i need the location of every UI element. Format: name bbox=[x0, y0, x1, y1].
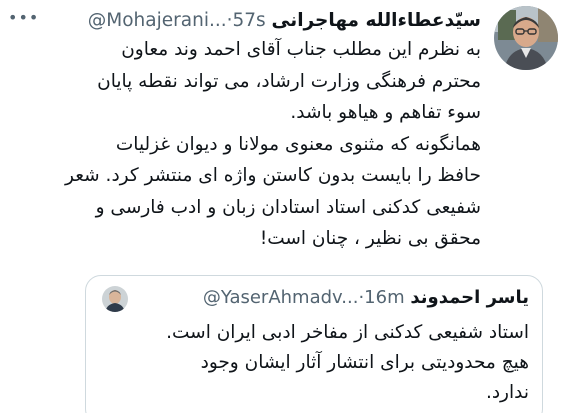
quoted-author-avatar bbox=[102, 286, 128, 312]
quoted-author-handle-time: @YaserAhmadv...·16m bbox=[202, 287, 405, 308]
quoted-avatar-image bbox=[102, 286, 128, 312]
tweet-header: @Mohajerani...·57s سیّدعطاءالله مهاجرانی bbox=[88, 6, 481, 36]
tweet-line: سوء تفاهم و هیاهو باشد. bbox=[290, 102, 481, 123]
tweet-line: محترم فرهنگی وزارت ارشاد، می تواند نقطه … bbox=[97, 70, 481, 92]
quoted-tweet-body: استاد شفیعی کدکنی از مفاخر ادبی ایران اس… bbox=[89, 318, 529, 408]
quoted-tweet-line: هیچ محدودیتی برای انتشار آثار ایشان وجود bbox=[200, 352, 529, 373]
author-avatar[interactable] bbox=[494, 6, 558, 70]
avatar-image bbox=[494, 6, 558, 70]
quoted-tweet-line: استاد شفیعی کدکنی از مفاخر ادبی ایران اس… bbox=[166, 322, 529, 343]
quoted-tweet-line: ندارد. bbox=[485, 382, 529, 403]
author-name[interactable]: سیّدعطاءالله مهاجرانی bbox=[272, 10, 481, 31]
quoted-tweet-header: @YaserAhmadv...·16m یاسر احمدوند bbox=[203, 284, 529, 312]
more-options-icon[interactable]: ••• bbox=[8, 8, 39, 27]
tweet-line: محقق بی نظیر ، چنان است! bbox=[259, 228, 481, 249]
tweet-line: به نظرم این مطلب جناب آقای احمد وند معاو… bbox=[121, 39, 481, 60]
tweet-line: شفیعی کدکنی استاد استادان زبان و ادب فار… bbox=[95, 196, 481, 218]
tweet-body: به نظرم این مطلب جناب آقای احمد وند معاو… bbox=[1, 34, 481, 255]
quoted-author-name: یاسر احمدوند bbox=[410, 287, 529, 308]
author-handle-time[interactable]: @Mohajerani...·57s bbox=[88, 10, 266, 31]
tweet-line: همانگونه که مثنوی معنوی مولانا و دیوان غ… bbox=[115, 133, 481, 155]
tweet-line: حافظ را بایست بدون کاستن واژه ای منتشر ک… bbox=[65, 165, 481, 186]
